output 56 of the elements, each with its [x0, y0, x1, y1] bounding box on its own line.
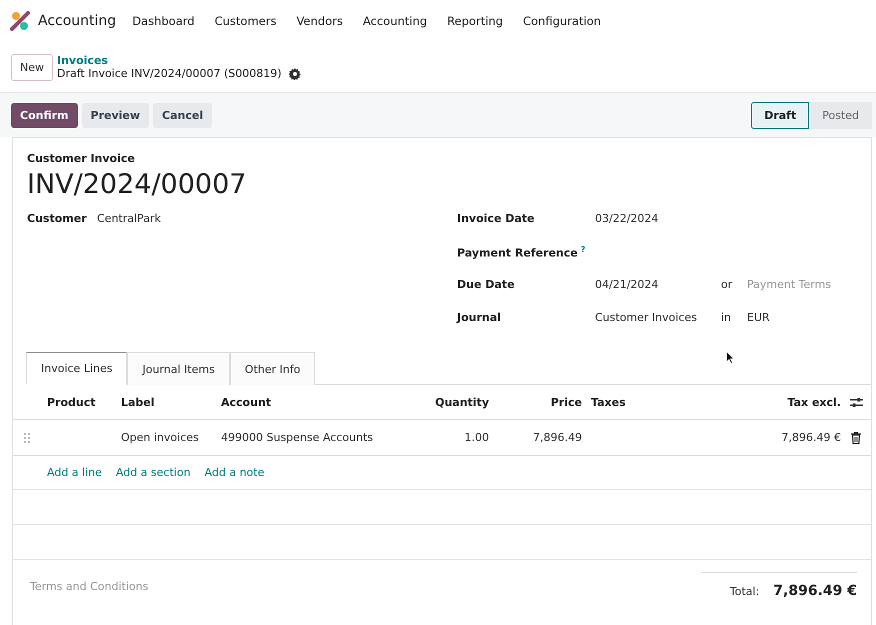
customer-field[interactable]: CentralPark	[97, 212, 161, 225]
field-value[interactable]: EUR	[747, 311, 770, 324]
field-value[interactable]: 04/21/2024	[595, 278, 721, 291]
record-title: Draft Invoice INV/2024/00007 (S000819)	[57, 67, 282, 80]
app-name[interactable]: Accounting	[38, 13, 116, 29]
help-tooltip[interactable]: ?	[580, 245, 586, 254]
add-link[interactable]: Add a section	[116, 466, 191, 479]
column-header[interactable]: Tax excl.	[788, 396, 841, 408]
menu-item[interactable]: Reporting	[447, 14, 503, 28]
status-stage[interactable]: Draft	[751, 102, 810, 128]
document-type: Customer Invoice	[27, 152, 136, 165]
add-link[interactable]: Add a note	[204, 466, 264, 479]
trash-icon[interactable]	[851, 432, 861, 444]
field-label: Customer	[27, 212, 88, 225]
menu-item[interactable]: Dashboard	[132, 14, 195, 28]
tab[interactable]: Invoice Lines	[26, 352, 128, 385]
column-header[interactable]: Label	[121, 396, 155, 408]
invoice-number: INV/2024/00007	[27, 169, 248, 200]
drag-handle-icon[interactable]	[24, 432, 30, 442]
settings-icon[interactable]	[850, 396, 862, 408]
app-logo-icon[interactable]	[10, 11, 30, 31]
table-cell: 1.00	[464, 431, 489, 444]
tab[interactable]: Journal Items	[127, 352, 230, 385]
new-button[interactable]: New	[11, 54, 53, 80]
column-header[interactable]: Account	[221, 396, 272, 408]
table-cell: Open invoices	[121, 431, 199, 444]
menu-item[interactable]: Configuration	[522, 14, 601, 28]
action-button[interactable]: Preview	[82, 102, 150, 128]
field-value[interactable]: Customer Invoices	[595, 311, 721, 324]
field-label: Invoice Date	[457, 212, 535, 225]
tab[interactable]: Other Info	[230, 352, 316, 385]
column-header[interactable]: Taxes	[591, 396, 626, 408]
table-cell: 7,896.49	[533, 431, 582, 444]
action-button[interactable]: Cancel	[153, 102, 212, 128]
menu-item[interactable]: Customers	[214, 14, 276, 28]
add-link[interactable]: Add a line	[47, 466, 102, 479]
mouse-pointer-icon	[726, 351, 734, 364]
field-label: Journal	[457, 311, 501, 324]
table-cell: 499000 Suspense Accounts	[221, 431, 374, 444]
gear-icon[interactable]	[288, 68, 300, 80]
total-amount: 7,896.49 €	[773, 583, 857, 599]
column-header[interactable]: Quantity	[435, 396, 489, 408]
breadcrumb-link[interactable]: Invoices	[57, 54, 300, 67]
menu-item[interactable]: Accounting	[362, 14, 428, 28]
connector-text: in	[721, 311, 732, 324]
field-value[interactable]: 03/22/2024	[595, 212, 721, 225]
status-stage[interactable]: Posted	[809, 102, 872, 128]
column-header[interactable]: Price	[550, 396, 582, 408]
column-header[interactable]: Product	[47, 396, 96, 408]
menu-item[interactable]: Vendors	[296, 14, 343, 28]
field-label: Payment Reference	[457, 246, 578, 260]
total-label: Total:	[730, 585, 760, 598]
table-cell: 7,896.49 €	[782, 431, 841, 444]
connector-text: or	[721, 278, 734, 291]
confirm-button[interactable]: Confirm	[11, 102, 78, 128]
field-label: Due Date	[457, 278, 515, 291]
